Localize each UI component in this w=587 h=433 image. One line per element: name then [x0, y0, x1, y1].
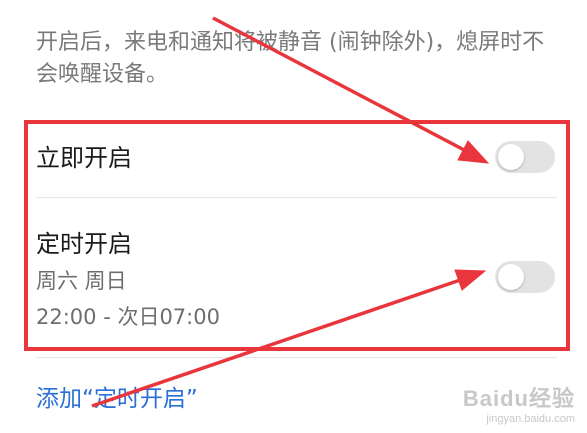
- description-text: 开启后，来电和通知将被静音 (闹钟除外)，熄屏时不会唤醒设备。: [36, 30, 545, 87]
- scheduled-time-range: 22:00 - 次日07:00: [36, 305, 220, 329]
- baidu-watermark: Baidu经验 jingyan.baidu.com: [463, 381, 575, 425]
- watermark-logo-text: Baidu经验: [462, 386, 575, 411]
- immediate-enable-label: 立即开启: [36, 144, 132, 172]
- row-divider: [36, 357, 557, 358]
- toggle-knob: [498, 264, 524, 290]
- scheduled-enable-toggle[interactable]: [495, 261, 555, 293]
- annotation-arrowhead: [457, 140, 490, 164]
- watermark-url: jingyan.baidu.com: [486, 413, 575, 425]
- scheduled-enable-label: 定时开启: [36, 230, 132, 258]
- scheduled-days: 周六 周日: [36, 269, 127, 293]
- add-scheduled-link[interactable]: 添加“定时开启”: [36, 384, 198, 414]
- immediate-enable-toggle[interactable]: [495, 141, 555, 173]
- annotation-arrowhead: [454, 269, 487, 291]
- toggle-knob: [498, 144, 524, 170]
- row-divider: [36, 197, 557, 198]
